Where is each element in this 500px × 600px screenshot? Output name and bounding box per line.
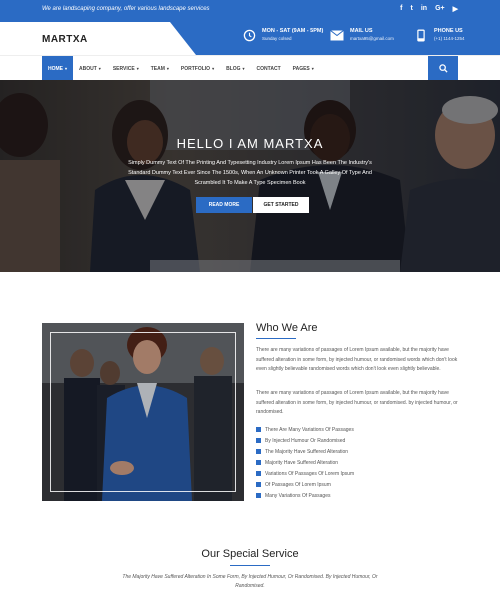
phone-title: PHONE US (434, 28, 463, 34)
list-item: Majority Have Suffered Alteration (256, 457, 354, 468)
nav-item-pages[interactable]: PAGES ▾ (287, 56, 320, 81)
checkbox-icon (256, 449, 261, 454)
clock-icon (242, 28, 256, 42)
checkbox-icon (256, 482, 261, 487)
hours-info: MON - SAT (9AM - 5PM) Sunday colsed (242, 28, 323, 42)
service-text: The Majority Have Suffered Alteration In… (122, 574, 378, 589)
nav-item-blog[interactable]: BLOG ▾ (220, 56, 250, 81)
chevron-down-icon: ▾ (212, 66, 215, 71)
phone-number[interactable]: (+1) 1144-1254 (434, 36, 465, 41)
mail-title: MAIL US (350, 28, 373, 34)
chevron-down-icon: ▾ (98, 66, 101, 71)
mail-address[interactable]: martxa95@gmail.com (350, 36, 394, 41)
features-list: There Are Many Variations Of Passages By… (256, 424, 354, 501)
nav-item-contact[interactable]: CONTACT (251, 56, 287, 81)
read-more-button[interactable]: READ MORE (196, 197, 252, 213)
who-we-are-image (42, 323, 244, 501)
twitter-icon[interactable]: t (410, 5, 412, 13)
social-links: f t in G+ ▶ (400, 5, 458, 13)
phone-icon (414, 28, 428, 42)
list-item: Of Passages Of Lorem Ipsum (256, 479, 354, 490)
chevron-down-icon: ▾ (65, 66, 68, 71)
checkbox-icon (256, 438, 261, 443)
search-button[interactable] (428, 56, 458, 81)
mail-info: MAIL US martxa95@gmail.com (330, 28, 394, 42)
search-icon (438, 64, 448, 73)
envelope-icon (330, 28, 344, 42)
who-we-are-title: Who We Are (256, 322, 318, 334)
logo[interactable]: MARTXA (42, 34, 88, 45)
main-nav: HOME ▾ ABOUT ▾ SERVICE ▾ TEAM ▾ PORTFOLIO ▾ B… (0, 55, 500, 81)
chevron-down-icon: ▾ (136, 66, 139, 71)
chevron-down-icon: ▾ (311, 66, 314, 71)
header: MARTXA MON - SAT (9AM - 5PM) Sunday cols… (0, 22, 500, 55)
tagline: We are landscaping company, offer variou… (42, 6, 210, 12)
chevron-down-icon: ▾ (242, 66, 245, 71)
youtube-icon[interactable]: ▶ (453, 5, 458, 13)
checkbox-icon (256, 427, 261, 432)
nav-item-service[interactable]: SERVICE ▾ (107, 56, 145, 81)
checkbox-icon (256, 460, 261, 465)
list-item: The Majority Have Suffered Alteration (256, 446, 354, 457)
hero-banner: HELLO I AM MARTXA Simply Dummy Text Of T… (0, 80, 500, 272)
checkbox-icon (256, 493, 261, 498)
who-paragraph-1: There are many variations of passages of… (256, 347, 458, 372)
checkbox-icon (256, 471, 261, 476)
linkedin-icon[interactable]: in (421, 5, 427, 13)
service-title: Our Special Service (201, 548, 299, 560)
chevron-down-icon: ▾ (166, 66, 169, 71)
nav-item-team[interactable]: TEAM ▾ (145, 56, 175, 81)
nav-item-home[interactable]: HOME ▾ (42, 56, 74, 81)
title-underline (256, 338, 296, 339)
list-item: Variations Of Passages Of Lorem Ipsum (256, 468, 354, 479)
title-underline (230, 565, 270, 566)
top-bar: We are landscaping company, offer variou… (0, 0, 500, 22)
hours-title: MON - SAT (9AM - 5PM) (262, 28, 324, 34)
get-started-button[interactable]: GET STARTED (253, 197, 309, 213)
image-frame (50, 332, 236, 492)
nav-item-about[interactable]: ABOUT ▾ (73, 56, 107, 81)
nav-item-portfolio[interactable]: PORTFOLIO ▾ (175, 56, 220, 81)
list-item: By Injected Humour Or Randomised (256, 435, 354, 446)
list-item: There Are Many Variations Of Passages (256, 424, 354, 435)
phone-info: PHONE US (+1) 1144-1254 (414, 28, 465, 42)
list-item: Many Variations Of Passages (256, 490, 354, 501)
hours-sub: Sunday colsed (262, 36, 292, 41)
who-paragraph-2: There are many variations of passages of… (256, 390, 458, 415)
hero-text: Simply Dummy Text Of The Printing And Ty… (128, 160, 372, 186)
google-plus-icon[interactable]: G+ (435, 5, 445, 13)
facebook-icon[interactable]: f (400, 5, 402, 13)
hero-title: HELLO I AM MARTXA (176, 136, 324, 151)
